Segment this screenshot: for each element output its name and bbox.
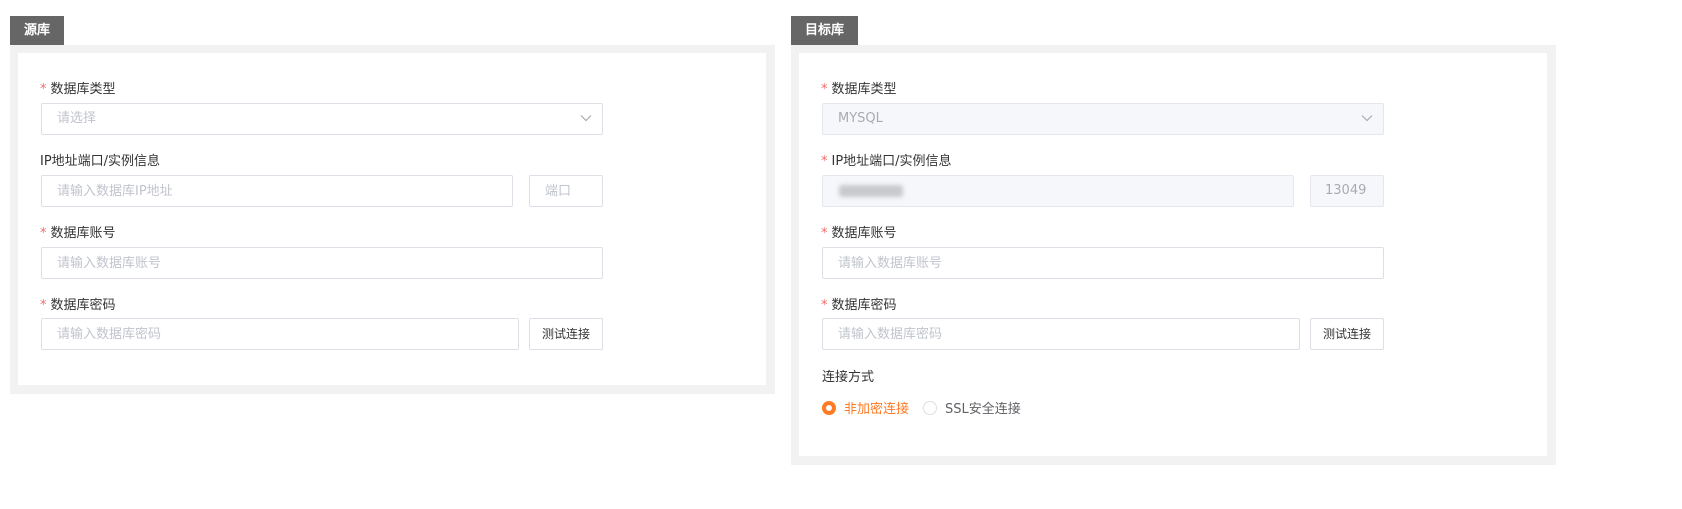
- target-ip-input[interactable]: [822, 175, 1294, 207]
- target-db-type-select[interactable]: MYSQL: [822, 103, 1384, 135]
- required-mark: *: [821, 226, 828, 241]
- source-port-input[interactable]: [529, 175, 603, 207]
- target-port-input[interactable]: 13049: [1310, 175, 1384, 207]
- source-account-input[interactable]: [41, 247, 603, 279]
- source-db-type-select[interactable]: 请选择: [41, 103, 603, 135]
- target-panel-tab: 目标库: [791, 16, 859, 46]
- source-db-type-value: 请选择: [57, 111, 97, 126]
- radio-ssl-label: SSL安全连接: [945, 402, 1021, 417]
- chevron-down-icon: [1361, 115, 1373, 122]
- target-password-label: * 数据库密码: [821, 298, 897, 313]
- radio-unencrypted-label: 非加密连接: [844, 402, 910, 417]
- target-test-connection-button[interactable]: 测试连接: [1310, 318, 1384, 350]
- required-mark: *: [40, 226, 47, 241]
- source-db-type-label: * 数据库类型: [40, 82, 116, 97]
- source-ip-label: IP地址端口/实例信息: [40, 154, 161, 169]
- target-port-value: 13049: [1325, 183, 1367, 198]
- required-mark: *: [821, 154, 828, 169]
- required-mark: *: [821, 82, 828, 97]
- source-account-label: * 数据库账号: [40, 226, 116, 241]
- connection-mode-radio-group: 非加密连接 SSL安全连接: [822, 398, 1035, 417]
- required-mark: *: [40, 298, 47, 313]
- radio-unchecked-icon: [923, 400, 938, 415]
- redacted-ip-value: [839, 185, 903, 197]
- radio-unencrypted[interactable]: 非加密连接: [822, 398, 909, 417]
- source-password-label: * 数据库密码: [40, 298, 116, 313]
- target-db-type-value: MYSQL: [838, 111, 883, 126]
- chevron-down-icon: [580, 115, 592, 122]
- radio-checked-icon: [822, 400, 836, 415]
- required-mark: *: [40, 82, 47, 97]
- target-account-label: * 数据库账号: [821, 226, 897, 241]
- source-test-connection-button[interactable]: 测试连接: [529, 318, 603, 350]
- source-panel-tab: 源库: [10, 16, 65, 46]
- target-account-input[interactable]: [822, 247, 1384, 279]
- target-connection-label: 连接方式: [822, 370, 875, 385]
- target-db-type-label: * 数据库类型: [821, 82, 897, 97]
- radio-ssl[interactable]: SSL安全连接: [923, 398, 1021, 417]
- target-password-input[interactable]: [822, 318, 1300, 350]
- source-ip-input[interactable]: [41, 175, 513, 207]
- target-ip-label: * IP地址端口/实例信息: [821, 154, 952, 169]
- required-mark: *: [821, 298, 828, 313]
- source-password-input[interactable]: [41, 318, 519, 350]
